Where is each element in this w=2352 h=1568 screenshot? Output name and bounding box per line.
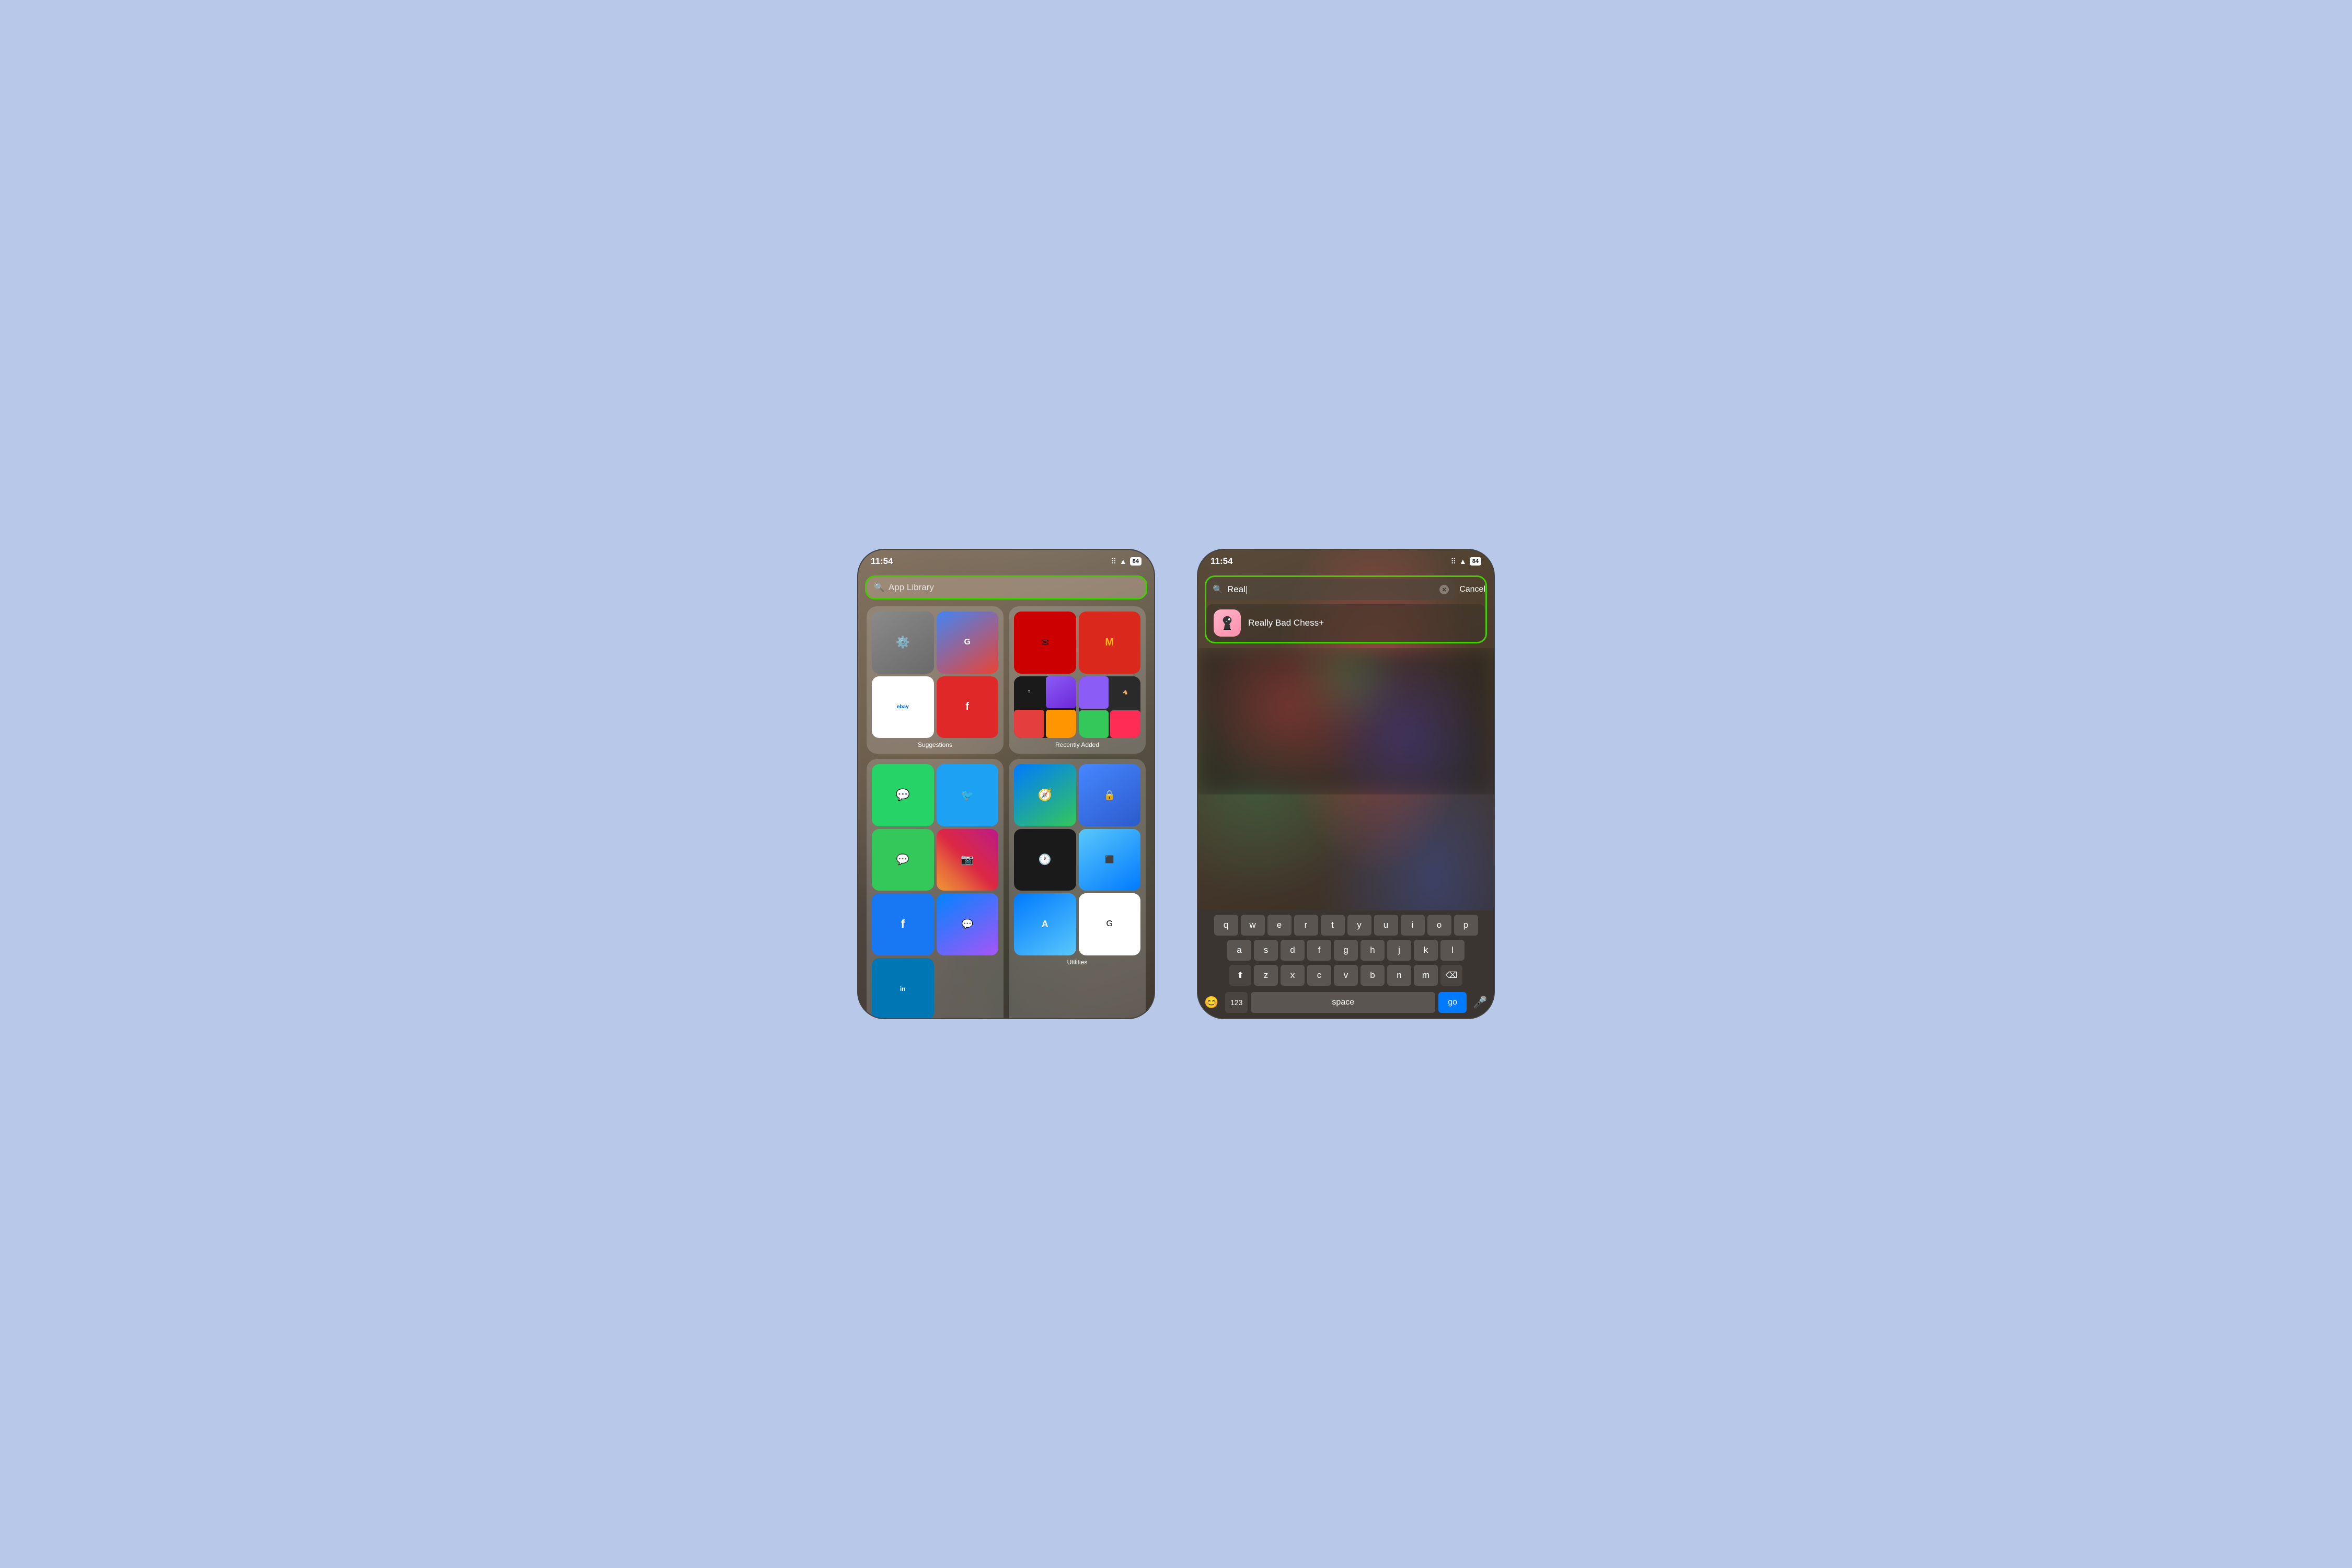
key-a[interactable]: a — [1227, 940, 1251, 961]
right-signal-icon: ⠿ — [1451, 557, 1456, 566]
chess-svg — [1217, 613, 1237, 633]
search-result-item[interactable]: Really Bad Chess+ — [1206, 604, 1485, 642]
app-topaz[interactable]: T — [1014, 676, 1076, 739]
search-row: 🔍 Real| ✕ Cancel — [1206, 577, 1485, 602]
app-empty — [937, 958, 999, 1019]
folder-suggestions-label: Suggestions — [872, 741, 998, 748]
app-ebay[interactable]: ebay — [872, 676, 934, 739]
folder-utilities[interactable]: 🧭 🔒 🕐 ⬛ A G Utilities — [1009, 759, 1146, 1018]
app-facebook[interactable]: f — [872, 893, 934, 955]
cancel-button[interactable]: Cancel — [1459, 585, 1485, 594]
key-j[interactable]: j — [1387, 940, 1411, 961]
app-messenger[interactable]: 💬 — [937, 893, 999, 955]
microphone-key[interactable]: 🎤 — [1470, 992, 1491, 1013]
keyboard-row-1: q w e r t y u i o p — [1201, 915, 1491, 936]
app-settings[interactable]: ⚙️ — [872, 612, 934, 674]
app-clock[interactable]: 🕐 — [1014, 829, 1076, 891]
key-z[interactable]: z — [1254, 965, 1278, 986]
folder-utilities-label: Utilities — [1014, 959, 1140, 966]
left-status-time: 11:54 — [871, 556, 893, 567]
search-field-icon: 🔍 — [1213, 584, 1223, 595]
search-input-value[interactable]: Real| — [1227, 584, 1435, 595]
app-google-news[interactable]: G — [937, 612, 999, 674]
key-p[interactable]: p — [1454, 915, 1478, 936]
key-n[interactable]: n — [1387, 965, 1411, 986]
key-k[interactable]: k — [1414, 940, 1438, 961]
left-status-bar: 11:54 ⠿ ▲ 84 — [858, 550, 1154, 573]
app-instagram[interactable]: 📷 — [937, 829, 999, 891]
app-nordvpn[interactable]: 🔒 — [1079, 764, 1141, 826]
left-status-icons: ⠿ ▲ 84 — [1111, 557, 1142, 566]
key-f[interactable]: f — [1307, 940, 1331, 961]
emoji-key[interactable]: 😊 — [1201, 992, 1222, 1013]
key-y[interactable]: y — [1347, 915, 1371, 936]
search-field[interactable]: 🔍 Real| ✕ — [1206, 579, 1455, 600]
folder-suggestions[interactable]: ⚙️ G ebay f Suggestions — [867, 606, 1004, 754]
app-google[interactable]: G — [1079, 893, 1141, 955]
clear-search-button[interactable]: ✕ — [1439, 585, 1449, 594]
keyboard-row-4: 😊 123 space go 🎤 — [1201, 990, 1491, 1013]
battery-badge: 84 — [1130, 557, 1142, 566]
key-s[interactable]: s — [1254, 940, 1278, 961]
folder-recently-added[interactable]: ✉ M T 🐴 — [1009, 606, 1146, 754]
key-g[interactable]: g — [1334, 940, 1358, 961]
delete-key[interactable]: ⌫ — [1440, 965, 1462, 986]
right-wifi-icon: ▲ — [1459, 557, 1467, 566]
key-d[interactable]: d — [1281, 940, 1305, 961]
right-status-time: 11:54 — [1210, 556, 1233, 567]
key-w[interactable]: w — [1241, 915, 1265, 936]
app-mini-group[interactable]: 🐴 — [1079, 676, 1141, 739]
keyboard[interactable]: q w e r t y u i o p a s d f g h j k — [1198, 910, 1494, 1018]
key-v[interactable]: v — [1334, 965, 1358, 986]
shift-key[interactable]: ⬆ — [1229, 965, 1251, 986]
key-u[interactable]: u — [1374, 915, 1398, 936]
key-t[interactable]: t — [1321, 915, 1345, 936]
wifi-icon: ▲ — [1120, 557, 1127, 566]
keyboard-row-3: ⬆ z x c v b n m ⌫ — [1201, 965, 1491, 986]
right-status-icons: ⠿ ▲ 84 — [1451, 557, 1481, 566]
right-battery-badge: 84 — [1470, 557, 1481, 566]
key-h[interactable]: h — [1361, 940, 1385, 961]
result-app-name: Really Bad Chess+ — [1248, 618, 1324, 628]
search-icon: 🔍 — [874, 582, 884, 593]
key-m[interactable]: m — [1414, 965, 1438, 986]
app-twitter[interactable]: 🐦 — [937, 764, 999, 826]
key-q[interactable]: q — [1214, 915, 1238, 936]
key-c[interactable]: c — [1307, 965, 1331, 986]
app-grid: ⚙️ G ebay f Suggestions ✉ M T — [858, 604, 1154, 1018]
key-i[interactable]: i — [1401, 915, 1425, 936]
key-o[interactable]: o — [1427, 915, 1451, 936]
key-x[interactable]: x — [1281, 965, 1305, 986]
folder-social[interactable]: 💬 🐦 💬 📷 f 💬 in Social — [867, 759, 1004, 1018]
go-key[interactable]: go — [1438, 992, 1467, 1013]
app-messages[interactable]: 💬 — [872, 829, 934, 891]
signal-icon: ⠿ — [1111, 557, 1116, 566]
active-search-container: 🔍 Real| ✕ Cancel — [1206, 577, 1485, 642]
folder-recently-added-label: Recently Added — [1014, 741, 1140, 748]
space-key[interactable]: space — [1251, 992, 1435, 1013]
app-appstore[interactable]: A — [1014, 893, 1076, 955]
key-e[interactable]: e — [1267, 915, 1292, 936]
app-flipboard[interactable]: f — [937, 676, 999, 739]
app-library-search-container: 🔍 App Library — [867, 577, 1146, 598]
app-stats[interactable]: ⬛ — [1079, 829, 1141, 891]
right-phone: 11:54 ⠿ ▲ 84 🔍 Real| ✕ Cancel — [1197, 549, 1495, 1019]
key-r[interactable]: r — [1294, 915, 1318, 936]
app-safari[interactable]: 🧭 — [1014, 764, 1076, 826]
app-mcdonalds[interactable]: M — [1079, 612, 1141, 674]
key-b[interactable]: b — [1361, 965, 1385, 986]
blurred-background — [1198, 648, 1494, 794]
key-l[interactable]: l — [1440, 940, 1465, 961]
keyboard-row-2: a s d f g h j k l — [1201, 940, 1491, 961]
search-placeholder: App Library — [889, 582, 934, 593]
app-library-search-bar[interactable]: 🔍 App Library — [867, 577, 1146, 598]
left-phone: 11:54 ⠿ ▲ 84 🔍 App Library ⚙️ G ebay — [857, 549, 1155, 1019]
app-whatsapp[interactable]: 💬 — [872, 764, 934, 826]
app-linkedin[interactable]: in — [872, 958, 934, 1019]
numbers-key[interactable]: 123 — [1225, 992, 1248, 1013]
app-royal-mail[interactable]: ✉ — [1014, 612, 1076, 674]
right-status-bar: 11:54 ⠿ ▲ 84 — [1198, 550, 1494, 573]
result-app-icon — [1214, 609, 1241, 637]
